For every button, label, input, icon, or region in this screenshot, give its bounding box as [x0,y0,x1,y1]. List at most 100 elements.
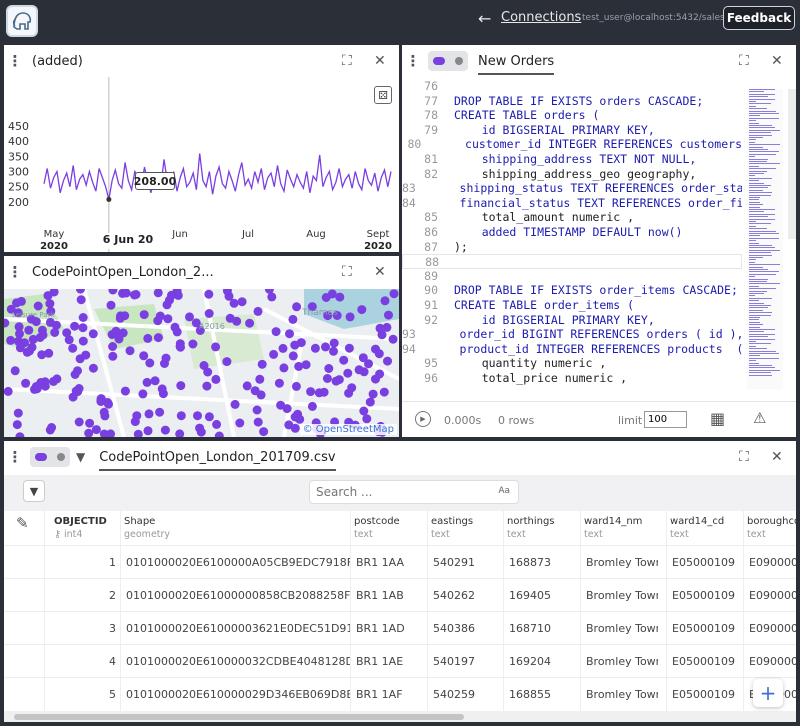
sql-scrollbar[interactable] [788,89,796,239]
table-cell[interactable]: 540262 [433,589,505,602]
map-point[interactable] [88,329,98,339]
map-point[interactable] [85,418,95,428]
sql-line[interactable]: 91 CREATE TABLE order_items ( [402,298,742,313]
table-cell[interactable]: Bromley Town [586,688,658,701]
map-point[interactable] [379,387,389,397]
map-point[interactable] [329,346,338,356]
map-point[interactable] [324,364,334,373]
map-point[interactable] [229,298,239,308]
map-point[interactable] [114,334,124,344]
sql-line[interactable]: 77 DROP TABLE IF EXISTS orders CASCADE; [402,94,742,109]
map-point[interactable] [70,370,80,379]
table-cell[interactable]: 168710 [509,622,581,635]
map-point[interactable] [256,390,266,400]
sql-line[interactable]: 81 shipping_address TEXT NOT NULL, [402,152,742,167]
table-row[interactable]: 1 0101000020E6100000A05CB9EDC7918F3FEFAB B… [4,545,796,578]
map-point[interactable] [368,389,378,399]
map-point[interactable] [202,381,212,391]
map-point[interactable] [139,351,149,361]
map-point[interactable] [285,329,294,339]
warning-icon[interactable]: ⚠ [753,409,766,427]
table-cell[interactable]: E05000109 [672,556,744,569]
map-point[interactable] [358,353,368,363]
map-point[interactable] [142,377,152,387]
sql-line[interactable]: 92 id BIGSERIAL PRIMARY KEY, [402,313,742,328]
sql-line[interactable]: 80 customer_id INTEGER REFERENCES custom… [402,137,743,152]
map-point[interactable] [74,384,84,393]
map-point[interactable] [163,314,173,324]
map-point[interactable] [237,297,247,307]
map-point[interactable] [343,368,353,378]
map-point[interactable] [6,335,16,345]
map-point[interactable] [45,425,55,435]
map-point[interactable] [99,407,109,417]
map-point[interactable] [45,299,55,309]
map-point[interactable] [288,351,298,361]
map-point[interactable] [345,312,355,322]
sql-line[interactable]: 82 shipping_address_geo geography, [402,167,742,182]
back-arrow-icon[interactable]: ← [478,9,491,28]
table-cell[interactable]: 4 [64,655,116,668]
table-cell[interactable]: E05000109 [672,622,744,635]
table-cell[interactable]: BR1 1AE [356,655,428,668]
map-point[interactable] [383,356,392,366]
map-point[interactable] [115,313,125,323]
map-menu-kebab-icon[interactable]: ⋮ [4,263,26,281]
map-point[interactable] [21,378,31,388]
map-point[interactable] [211,374,221,384]
map-point[interactable] [259,427,269,437]
map-point[interactable] [384,310,393,320]
map-point[interactable] [108,342,118,351]
sql-line[interactable]: 88 [402,254,742,269]
table-row[interactable]: 5 0101000020E610000029D346EB069D8E3F1750 B… [4,677,796,710]
table-cell[interactable]: 0101000020E610000032CDBE4048128D3FA20C [126,655,350,668]
column-header[interactable]: boroughcd text [747,515,796,541]
map-point[interactable] [13,408,23,418]
sql-line[interactable]: 76 [402,79,742,94]
sql-minimap[interactable] [747,89,783,389]
map-point[interactable] [153,316,163,326]
map-point[interactable] [253,306,263,316]
map-point[interactable] [143,426,153,436]
horizontal-scrollbar[interactable] [4,711,796,722]
map-point[interactable] [329,338,339,348]
table-panel-title[interactable]: CodePointOpen_London_201709.csv [99,444,336,471]
map-point[interactable] [331,376,341,386]
table-row[interactable]: 3 0101000020E61000003621E0DEC51D913F1850 B… [4,611,796,644]
map-point[interactable] [139,310,149,320]
map-point[interactable] [68,343,78,353]
table-cell[interactable]: 540386 [433,622,505,635]
table-cell[interactable]: BR1 1AD [356,622,428,635]
map-point[interactable] [335,292,345,302]
map-point[interactable] [225,313,235,323]
sql-line[interactable]: 97 added TIMESTAMP DEFAULT now() [402,385,742,387]
map-point[interactable] [257,359,267,369]
map-point[interactable] [62,328,72,338]
table-cell[interactable]: E09000006 [749,622,796,635]
map-point[interactable] [78,323,88,333]
add-filter-button[interactable]: ▼ [23,480,45,502]
map-point[interactable] [143,333,153,343]
map-point[interactable] [78,313,88,322]
series-line[interactable] [43,153,392,200]
map-point[interactable] [276,400,286,410]
map-point[interactable] [253,417,263,427]
map-canvas[interactable] [4,289,399,437]
map-point[interactable] [359,406,369,416]
map-point[interactable] [267,292,277,302]
map-point[interactable] [204,289,214,299]
map-point[interactable] [362,414,372,424]
column-header[interactable]: northings text [507,515,555,541]
table-cell[interactable]: 540197 [433,655,505,668]
map-point[interactable] [245,318,255,328]
map-point[interactable] [322,374,332,383]
sql-line[interactable]: 95 quantity numeric , [402,356,742,371]
map-point[interactable] [144,409,154,419]
sql-line[interactable]: 79 id BIGSERIAL PRIMARY KEY, [402,123,742,138]
table-cell[interactable]: 0101000020E61000003621E0DEC51D913F1850 [126,622,350,635]
limit-input[interactable] [644,411,687,428]
map-point[interactable] [380,296,390,306]
map-point[interactable] [314,388,324,398]
map-point[interactable] [25,346,34,356]
map-point[interactable] [185,312,194,322]
